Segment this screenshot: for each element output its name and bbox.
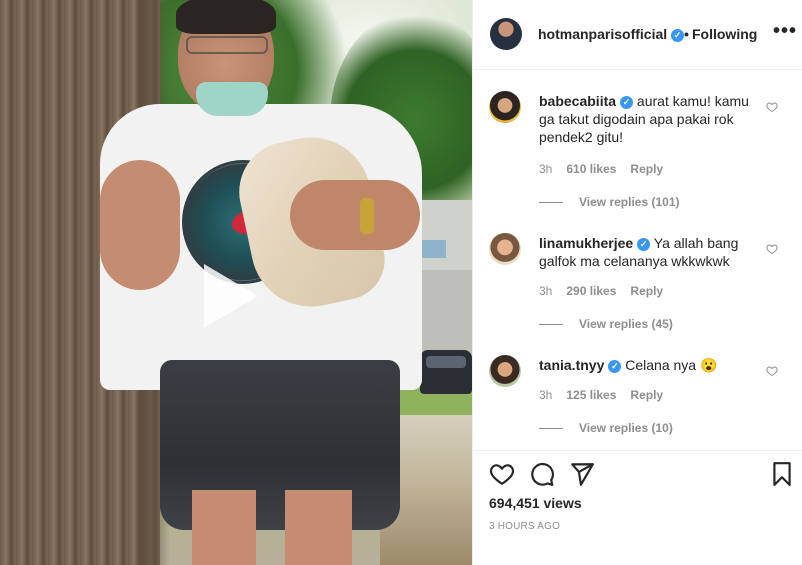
comment-username[interactable]: tania.tnyy [539, 357, 604, 373]
verified-badge-icon: ✓ [671, 29, 685, 42]
person-legs [192, 490, 352, 565]
comment-username[interactable]: linamukherjee [539, 235, 633, 251]
person-right-arm [290, 180, 420, 250]
commenter-avatar[interactable] [489, 91, 521, 123]
play-icon[interactable] [204, 264, 258, 328]
owner-avatar[interactable] [490, 18, 522, 50]
face-mask [196, 82, 268, 116]
comment-meta: 3h 610 likes Reply [539, 162, 677, 176]
comment-meta: 3h 290 likes Reply [539, 284, 677, 298]
post-video[interactable] [0, 0, 472, 565]
view-replies-button[interactable]: View replies (45) [539, 317, 673, 331]
bookmark-icon[interactable] [769, 461, 795, 487]
view-count[interactable]: 694,451 views [489, 495, 582, 511]
comment-text-block: babecabiita ✓ aurat kamu! kamu ga takut d… [539, 92, 763, 146]
background-car [420, 350, 472, 394]
owner-username-text[interactable]: hotmanparisofficial [538, 26, 667, 42]
comment-likes[interactable]: 290 likes [566, 284, 616, 298]
separator-dot: • [684, 26, 689, 42]
view-replies-label[interactable]: View replies (10) [579, 421, 673, 435]
heart-icon[interactable] [489, 461, 515, 487]
comment-likes[interactable]: 610 likes [566, 162, 616, 176]
reply-button[interactable]: Reply [630, 162, 663, 176]
commenter-avatar[interactable] [489, 233, 521, 265]
comment-username[interactable]: babecabiita [539, 93, 616, 109]
comment-time: 3h [539, 388, 553, 402]
view-replies-label[interactable]: View replies (101) [579, 195, 680, 209]
replies-divider-line [539, 428, 563, 430]
comment-like-heart-icon[interactable] [766, 365, 778, 377]
comment-text-block: tania.tnyy ✓ Celana nya 😮 [539, 356, 763, 374]
more-options-icon[interactable]: ••• [773, 20, 797, 43]
replies-divider-line [539, 202, 563, 204]
comment-meta: 3h 125 likes Reply [539, 388, 677, 402]
comment-like-heart-icon[interactable] [766, 101, 778, 113]
view-replies-button[interactable]: View replies (101) [539, 195, 680, 209]
view-replies-button[interactable]: View replies (10) [539, 421, 673, 435]
verified-badge-icon: ✓ [608, 360, 622, 373]
wristwatch [360, 198, 374, 234]
verified-badge-icon: ✓ [620, 96, 634, 109]
comment-time: 3h [539, 284, 553, 298]
comments-list[interactable]: babecabiita ✓ aurat kamu! kamu ga takut d… [473, 71, 802, 449]
verified-badge-icon: ✓ [637, 238, 651, 251]
replies-divider-line [539, 324, 563, 326]
person-glasses [186, 36, 268, 54]
share-icon[interactable] [569, 461, 595, 487]
reply-button[interactable]: Reply [630, 388, 663, 402]
view-replies-label[interactable]: View replies (45) [579, 317, 673, 331]
post-actions-bar: 694,451 views 3 HOURS AGO [473, 450, 802, 565]
post-side-panel: hotmanparisofficial ✓ • Following ••• bab… [472, 0, 802, 565]
commenter-avatar[interactable] [489, 355, 521, 387]
person-left-arm [100, 160, 180, 290]
post-timestamp[interactable]: 3 HOURS AGO [489, 521, 560, 532]
comment-text: Celana nya 😮 [621, 357, 718, 373]
reply-button[interactable]: Reply [630, 284, 663, 298]
comment-likes[interactable]: 125 likes [566, 388, 616, 402]
owner-username[interactable]: hotmanparisofficial ✓ [538, 26, 685, 42]
person-hair [176, 0, 276, 34]
following-button[interactable]: Following [692, 26, 757, 42]
comment-text-block: linamukherjee ✓ Ya allah bang galfok ma c… [539, 234, 763, 270]
comment-time: 3h [539, 162, 553, 176]
comment-like-heart-icon[interactable] [766, 243, 778, 255]
comment-icon[interactable] [529, 461, 555, 487]
post-header: hotmanparisofficial ✓ • Following ••• [473, 0, 802, 70]
